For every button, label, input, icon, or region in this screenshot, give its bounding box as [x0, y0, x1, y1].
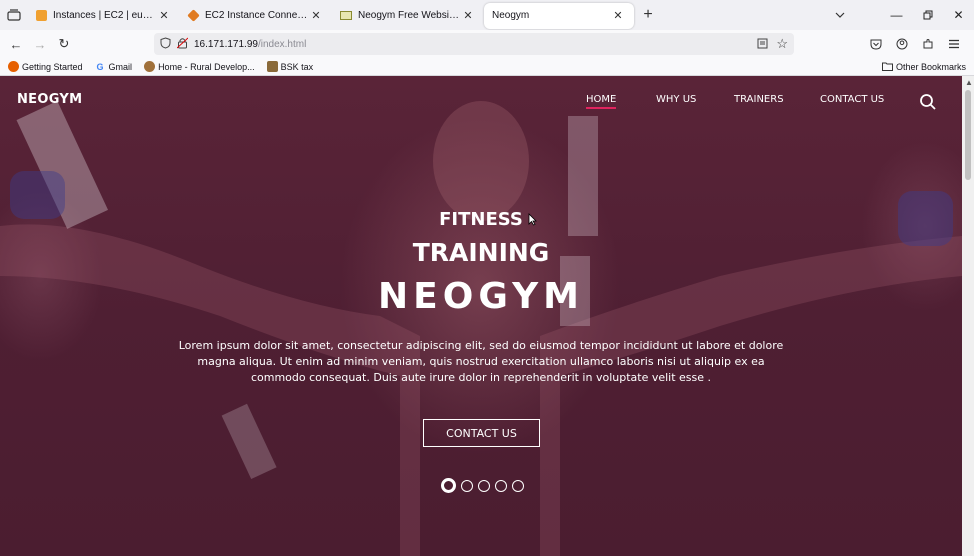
tab-ec2-instances[interactable]: Instances | EC2 | eu-north-1 ✕: [28, 0, 180, 30]
nav-contact-us[interactable]: CONTACT US: [820, 94, 884, 105]
template-favicon-icon: [340, 10, 352, 20]
close-tab-icon[interactable]: ✕: [610, 8, 626, 24]
extensions-icon[interactable]: [916, 32, 940, 56]
bookmark-label: BSK tax: [280, 61, 314, 72]
nav-why-us[interactable]: WHY US: [656, 94, 696, 105]
tab-title: Instances | EC2 | eu-north-1: [53, 9, 156, 21]
pocket-icon[interactable]: [864, 32, 888, 56]
hero-heading-neogym: NEOGYM: [378, 276, 584, 317]
bookmark-label: Gmail: [108, 61, 133, 72]
tab-title: Neogym Free Website Template: [358, 9, 460, 21]
bookmark-label: Getting Started: [22, 61, 83, 72]
close-tab-icon[interactable]: ✕: [460, 7, 476, 23]
list-all-tabs-icon[interactable]: [0, 0, 28, 30]
mouse-cursor-icon: [528, 213, 537, 226]
new-tab-icon[interactable]: +: [634, 0, 662, 30]
chevron-down-icon[interactable]: [832, 0, 848, 30]
carousel-dot[interactable]: [441, 478, 456, 493]
minimize-icon[interactable]: —: [881, 0, 912, 30]
navigation-toolbar: ← → ↻ 16.171.171.99/index.html ☆: [0, 30, 974, 58]
emblem-icon: [144, 61, 156, 72]
bookmark-gmail[interactable]: G Gmail: [95, 61, 133, 72]
folder-icon: [881, 62, 893, 73]
bookmark-getting-started[interactable]: Getting Started: [8, 61, 83, 72]
carousel-dot[interactable]: [495, 479, 507, 492]
ec2-favicon-icon: [187, 8, 200, 22]
tab-neogym[interactable]: Neogym ✕: [484, 2, 634, 29]
aws-favicon-icon: [36, 9, 47, 21]
carousel-dot[interactable]: [512, 479, 524, 492]
account-icon[interactable]: [890, 32, 914, 56]
reader-view-icon[interactable]: [757, 38, 768, 52]
shield-icon[interactable]: [160, 36, 171, 52]
close-tab-icon[interactable]: ✕: [156, 7, 172, 23]
other-bookmarks[interactable]: Other Bookmarks: [881, 58, 966, 76]
emblem-icon: [266, 61, 278, 72]
bookmarks-toolbar: Getting Started G Gmail Home - Rural Dev…: [0, 58, 974, 76]
hero-description: Lorem ipsum dolor sit amet, consectetur …: [178, 339, 784, 384]
bookmark-star-icon[interactable]: ☆: [776, 36, 788, 52]
scroll-up-icon[interactable]: ▲: [965, 78, 973, 87]
bookmark-bsk-tax[interactable]: BSK tax: [266, 61, 314, 72]
firefox-icon: [8, 61, 19, 72]
other-bookmarks-label: Other Bookmarks: [895, 62, 966, 72]
hero-heading-fitness: FITNESS: [439, 209, 523, 230]
tab-title: Neogym: [492, 10, 530, 21]
page-scrollbar[interactable]: ▲: [962, 76, 974, 556]
forward-arrow-icon[interactable]: →: [28, 32, 52, 56]
tab-neogym-template[interactable]: Neogym Free Website Template ✕: [332, 0, 484, 30]
scrollbar-thumb[interactable]: [965, 90, 971, 180]
carousel-indicators: [441, 478, 524, 493]
restore-icon[interactable]: [912, 0, 943, 30]
bookmark-label: Home - Rural Develop...: [158, 61, 255, 72]
back-arrow-icon[interactable]: ←: [4, 32, 28, 56]
search-icon[interactable]: [919, 93, 937, 111]
url-host: 16.171.171.99: [194, 38, 258, 50]
hero-section: NEOGYM HOME WHY US TRAINERS CONTACT US F…: [0, 76, 962, 556]
tab-title: EC2 Instance Connect | eu-north-1: [205, 9, 308, 21]
site-logo[interactable]: NEOGYM: [17, 92, 82, 107]
contact-us-button[interactable]: CONTACT US: [423, 419, 540, 447]
close-tab-icon[interactable]: ✕: [308, 7, 324, 23]
google-icon: G: [96, 61, 104, 72]
address-bar[interactable]: 16.171.171.99/index.html ☆: [154, 33, 794, 55]
tab-bar: Instances | EC2 | eu-north-1 ✕ EC2 Insta…: [0, 0, 974, 30]
bookmark-rural-develop[interactable]: Home - Rural Develop...: [144, 61, 255, 72]
tab-ec2-connect[interactable]: EC2 Instance Connect | eu-north-1 ✕: [180, 0, 332, 30]
url-path: /index.html: [257, 38, 307, 50]
hero-heading-training: TRAINING: [412, 238, 550, 267]
insecure-lock-icon[interactable]: [176, 37, 189, 52]
nav-trainers[interactable]: TRAINERS: [734, 94, 784, 105]
nav-home[interactable]: HOME: [586, 94, 617, 109]
carousel-dot[interactable]: [478, 479, 490, 492]
toolbar-actions: [864, 32, 966, 56]
hamburger-menu-icon[interactable]: [942, 32, 966, 56]
carousel-dot[interactable]: [461, 479, 473, 492]
window-controls: — ✕: [881, 0, 974, 30]
reload-icon[interactable]: ↻: [52, 32, 76, 56]
close-window-icon[interactable]: ✕: [943, 0, 974, 30]
